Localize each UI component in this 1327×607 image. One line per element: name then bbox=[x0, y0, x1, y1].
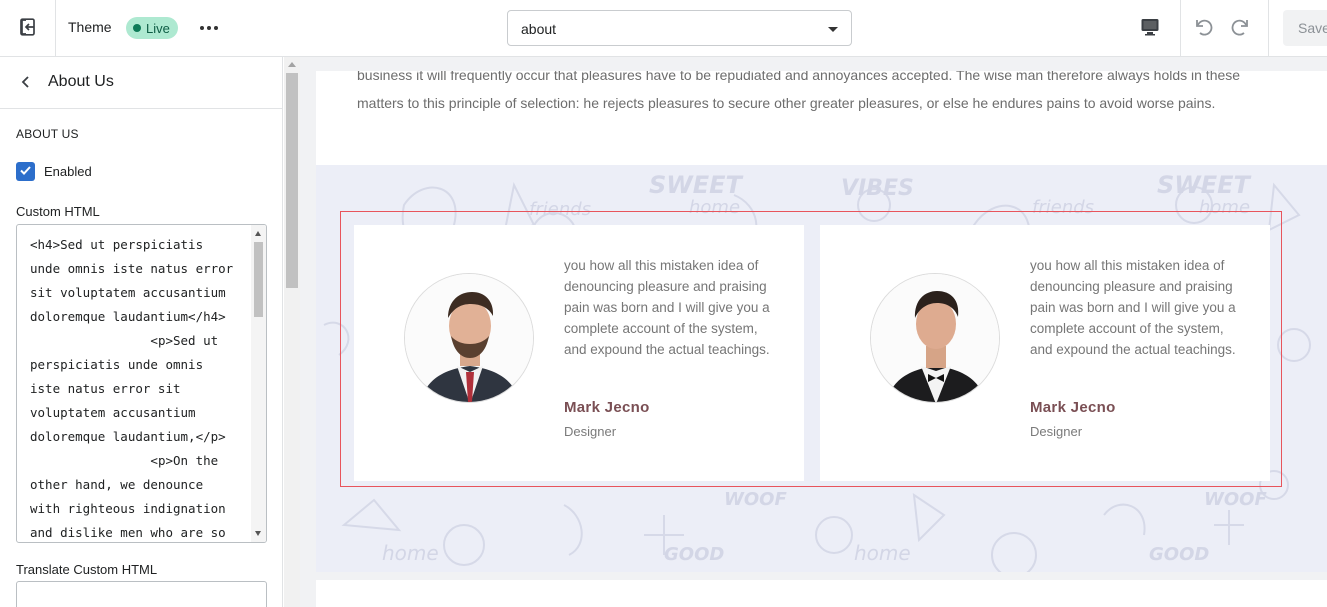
testimonial-quote: you how all this mistaken idea of denoun… bbox=[1030, 258, 1236, 357]
more-actions-button[interactable] bbox=[196, 16, 222, 40]
testimonial-name: Mark Jecno bbox=[564, 399, 650, 416]
more-dot bbox=[214, 26, 218, 30]
save-button[interactable]: Save bbox=[1283, 10, 1327, 46]
testimonial-card: you how all this mistaken idea of denoun… bbox=[354, 225, 804, 481]
sidebar-title: About Us bbox=[48, 73, 114, 90]
checkmark-icon bbox=[19, 164, 32, 180]
pattern-word: GOOD bbox=[664, 544, 724, 565]
scroll-up-arrow-icon[interactable] bbox=[288, 62, 296, 67]
band-divider bbox=[316, 572, 1327, 580]
sidebar-scrollbar[interactable] bbox=[284, 57, 300, 607]
pattern-word: SWEET bbox=[649, 171, 744, 199]
redo-icon bbox=[1229, 16, 1251, 41]
preview-page: business it will frequently occur that p… bbox=[316, 71, 1327, 607]
pattern-word: VIBES bbox=[841, 176, 914, 201]
translate-html-label: Translate Custom HTML bbox=[16, 562, 158, 577]
sidebar-header: About Us bbox=[0, 57, 283, 109]
testimonial-card: you how all this mistaken idea of denoun… bbox=[820, 225, 1270, 481]
settings-sidebar: About Us ABOUT US Enabled Custom HTML <h… bbox=[0, 57, 283, 607]
pattern-word: home bbox=[854, 541, 911, 565]
scrollbar-thumb[interactable] bbox=[254, 242, 263, 317]
scrollbar-thumb[interactable] bbox=[286, 73, 298, 288]
undo-button[interactable] bbox=[1188, 12, 1220, 44]
desktop-icon bbox=[1140, 17, 1160, 40]
section-heading: ABOUT US bbox=[16, 127, 79, 141]
pattern-word: SWEET bbox=[1157, 171, 1252, 199]
theme-label: Theme bbox=[68, 19, 112, 35]
avatar bbox=[870, 273, 1000, 403]
intro-line-2: matters to this principle of selection: … bbox=[357, 95, 1216, 111]
textarea-scrollbar[interactable] bbox=[251, 225, 266, 542]
desktop-preview-button[interactable] bbox=[1130, 8, 1170, 48]
testimonial-role: Designer bbox=[1030, 424, 1083, 439]
theme-preview: business it will frequently occur that p… bbox=[300, 57, 1327, 607]
translate-html-textarea[interactable] bbox=[16, 581, 267, 607]
live-status-badge: Live bbox=[126, 17, 178, 39]
avatar bbox=[404, 273, 534, 403]
custom-html-label: Custom HTML bbox=[16, 204, 100, 219]
about-intro-text: business it will frequently occur that p… bbox=[357, 71, 1287, 117]
scroll-up-arrow-icon[interactable] bbox=[255, 231, 261, 236]
enabled-checkbox[interactable] bbox=[16, 162, 35, 181]
editor-topbar: Theme Live about Save bbox=[0, 0, 1327, 57]
topbar-divider bbox=[1180, 0, 1181, 56]
pattern-word: WOOF bbox=[724, 489, 787, 510]
testimonial-name: Mark Jecno bbox=[1030, 399, 1116, 416]
scroll-down-arrow-icon[interactable] bbox=[255, 531, 261, 536]
exit-button[interactable] bbox=[0, 0, 56, 56]
custom-html-value: <h4>Sed ut perspiciatis unde omnis iste … bbox=[30, 237, 234, 540]
portrait-image bbox=[871, 274, 999, 402]
custom-html-textarea[interactable]: <h4>Sed ut perspiciatis unde omnis iste … bbox=[16, 224, 267, 543]
more-horizontal-icon bbox=[200, 26, 204, 30]
back-button[interactable] bbox=[14, 71, 38, 95]
redo-button[interactable] bbox=[1224, 12, 1256, 44]
pattern-word: home bbox=[382, 541, 439, 565]
pattern-word: GOOD bbox=[1149, 544, 1209, 565]
testimonial-role: Designer bbox=[564, 424, 617, 439]
enabled-label: Enabled bbox=[44, 164, 92, 179]
undo-icon bbox=[1193, 16, 1215, 41]
caret-down-icon bbox=[828, 27, 838, 32]
intro-line-1: business it will frequently occur that p… bbox=[357, 71, 1241, 83]
topbar-divider bbox=[1268, 0, 1269, 56]
exit-icon bbox=[18, 17, 38, 40]
page-select-value: about bbox=[521, 21, 557, 37]
testimonial-quote: you how all this mistaken idea of denoun… bbox=[564, 258, 770, 357]
live-dot-icon bbox=[133, 24, 141, 32]
more-dot bbox=[207, 26, 211, 30]
live-badge-label: Live bbox=[146, 20, 170, 36]
page-select[interactable]: about bbox=[507, 10, 852, 46]
pattern-word: WOOF bbox=[1204, 489, 1267, 510]
portrait-image bbox=[405, 274, 533, 402]
chevron-left-icon bbox=[19, 75, 33, 92]
